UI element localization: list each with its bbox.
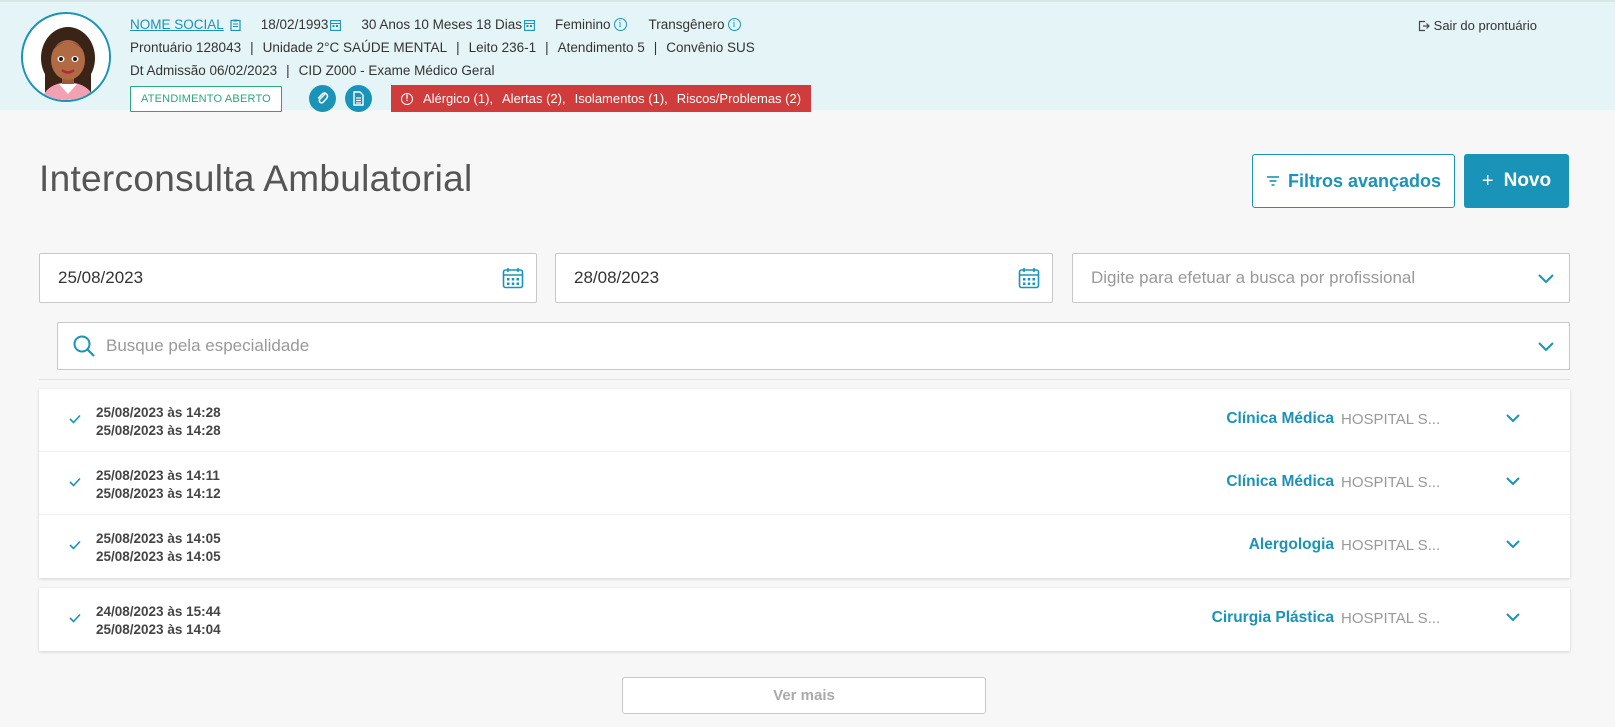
load-more-button[interactable]: Ver mais	[622, 677, 986, 714]
patient-age: 30 Anos 10 Meses 18 Dias	[361, 17, 522, 32]
advanced-filters-label: Filtros avançados	[1287, 170, 1442, 191]
unit: Unidade 2°C SAÚDE MENTAL	[262, 40, 448, 55]
start-date-field[interactable]: 25/08/2023	[39, 253, 537, 303]
professional-placeholder: Digite para efetuar a busca por profissi…	[1091, 268, 1416, 287]
chevron-down-icon[interactable]	[1505, 476, 1521, 486]
exit-record-label: Sair do prontuário	[1433, 18, 1537, 33]
chevron-down-icon[interactable]	[1505, 539, 1521, 549]
info-icon[interactable]: i	[613, 18, 627, 31]
alerts-bar: ! Alérgico (1), Alertas (2), Isolamentos…	[390, 85, 812, 112]
new-button[interactable]: + Novo	[1464, 154, 1569, 208]
check-icon	[69, 613, 81, 623]
birth-date: 18/02/1993	[260, 17, 329, 32]
new-button-label: Novo	[1503, 170, 1552, 191]
patient-gender: Feminino	[554, 17, 611, 32]
list-item[interactable]: 25/08/2023 às 14:05 25/08/2023 às 14:05 …	[39, 515, 1570, 578]
chevron-down-icon	[1538, 273, 1554, 283]
item-dates: 24/08/2023 às 15:44 25/08/2023 às 14:04	[96, 603, 221, 639]
chevron-down-icon[interactable]	[1505, 612, 1521, 622]
specialty-search[interactable]: Busque pela especialidade	[57, 322, 1570, 370]
alert-allergic[interactable]: Alérgico (1),	[423, 91, 493, 106]
patient-header: NOME SOCIAL 18/02/1993 30 Anos 10 Meses …	[0, 0, 1615, 112]
separator: |	[456, 40, 460, 55]
patient-record-row: Prontuário 128043 | Unidade 2°C SAÚDE ME…	[130, 40, 755, 55]
patient-avatar	[21, 12, 111, 102]
calendar-icon[interactable]	[1018, 267, 1040, 289]
list-item[interactable]: 25/08/2023 às 14:28 25/08/2023 às 14:28 …	[39, 389, 1570, 452]
calendar-icon	[524, 19, 535, 31]
end-date-value: 28/08/2023	[574, 268, 660, 287]
patient-admission-row: Dt Admissão 06/02/2023 | CID Z000 - Exam…	[130, 63, 494, 78]
page-title: Interconsulta Ambulatorial	[39, 158, 473, 199]
social-name-link[interactable]: NOME SOCIAL	[130, 17, 224, 32]
record-number: Prontuário 128043	[130, 40, 242, 55]
calendar-icon[interactable]	[502, 267, 524, 289]
list-item[interactable]: 24/08/2023 às 15:44 25/08/2023 às 14:04 …	[39, 588, 1570, 651]
item-end-date: 25/08/2023 às 14:05	[96, 549, 221, 564]
exit-record-link[interactable]: Sair do prontuário	[1418, 18, 1537, 33]
item-hospital: HOSPITAL S...	[1341, 411, 1441, 428]
clipboard-icon[interactable]	[230, 19, 241, 31]
alert-icon: !	[400, 92, 413, 105]
list-item[interactable]: 25/08/2023 às 14:11 25/08/2023 às 14:12 …	[39, 452, 1570, 515]
professional-select[interactable]: Digite para efetuar a busca por profissi…	[1072, 253, 1570, 303]
search-icon	[73, 335, 95, 357]
item-start-date: 25/08/2023 às 14:11	[96, 468, 220, 483]
insurance: Convênio SUS	[666, 40, 755, 55]
chevron-down-icon[interactable]	[1505, 413, 1521, 423]
alert-risks[interactable]: Riscos/Problemas (2)	[677, 91, 801, 106]
results-card: 25/08/2023 às 14:28 25/08/2023 às 14:28 …	[39, 389, 1570, 578]
item-specialty: Clínica Médica	[1226, 473, 1334, 490]
check-icon	[69, 477, 81, 487]
filter-icon	[1266, 176, 1279, 186]
patient-identity-row: NOME SOCIAL 18/02/1993 30 Anos 10 Meses …	[130, 17, 763, 32]
item-dates: 25/08/2023 às 14:11 25/08/2023 às 14:12	[96, 467, 221, 503]
document-button[interactable]	[344, 85, 372, 112]
check-icon	[69, 540, 81, 550]
advanced-filters-button[interactable]: Filtros avançados	[1252, 154, 1455, 208]
item-specialty: Clínica Médica	[1226, 410, 1334, 427]
item-start-date: 24/08/2023 às 15:44	[96, 604, 221, 619]
calendar-icon	[330, 19, 342, 31]
item-end-date: 25/08/2023 às 14:04	[96, 622, 221, 637]
bed: Leito 236-1	[468, 40, 537, 55]
item-specialty: Alergologia	[1248, 536, 1334, 553]
results-card: 24/08/2023 às 15:44 25/08/2023 às 14:04 …	[39, 588, 1570, 651]
patient-status-row: ATENDIMENTO ABERTO ! Alérgico (1), Alert…	[130, 85, 812, 112]
document-icon	[353, 91, 364, 106]
exit-icon	[1418, 20, 1430, 31]
separator: |	[286, 63, 290, 78]
specialty-placeholder: Busque pela especialidade	[106, 336, 310, 355]
item-specialty: Cirurgia Plástica	[1211, 609, 1334, 626]
item-hospital: HOSPITAL S...	[1341, 610, 1441, 627]
attachment-button[interactable]	[308, 85, 336, 112]
item-hospital: HOSPITAL S...	[1341, 537, 1441, 554]
separator: |	[545, 40, 549, 55]
item-end-date: 25/08/2023 às 14:12	[96, 486, 221, 501]
attendance: Atendimento 5	[557, 40, 645, 55]
alert-alerts[interactable]: Alertas (2),	[502, 91, 566, 106]
plus-icon: +	[1481, 169, 1494, 192]
item-hospital: HOSPITAL S...	[1341, 474, 1441, 491]
end-date-field[interactable]: 28/08/2023	[555, 253, 1053, 303]
check-icon	[69, 414, 81, 424]
item-dates: 25/08/2023 às 14:05 25/08/2023 às 14:05	[96, 530, 221, 566]
separator: |	[250, 40, 254, 55]
item-start-date: 25/08/2023 às 14:28	[96, 405, 221, 420]
patient-gender-identity: Transgênero	[648, 17, 725, 32]
item-dates: 25/08/2023 às 14:28 25/08/2023 às 14:28	[96, 404, 221, 440]
cid: CID Z000 - Exame Médico Geral	[298, 63, 495, 78]
start-date-value: 25/08/2023	[58, 268, 144, 287]
status-badge: ATENDIMENTO ABERTO	[130, 85, 282, 112]
alert-isolations[interactable]: Isolamentos (1),	[575, 91, 668, 106]
paperclip-icon	[317, 92, 329, 104]
admission-date: Dt Admissão 06/02/2023	[130, 63, 278, 78]
divider	[39, 379, 1570, 380]
item-end-date: 25/08/2023 às 14:28	[96, 423, 221, 438]
info-icon[interactable]: i	[727, 18, 741, 31]
chevron-down-icon	[1538, 341, 1554, 351]
separator: |	[653, 40, 658, 55]
item-start-date: 25/08/2023 às 14:05	[96, 531, 221, 546]
